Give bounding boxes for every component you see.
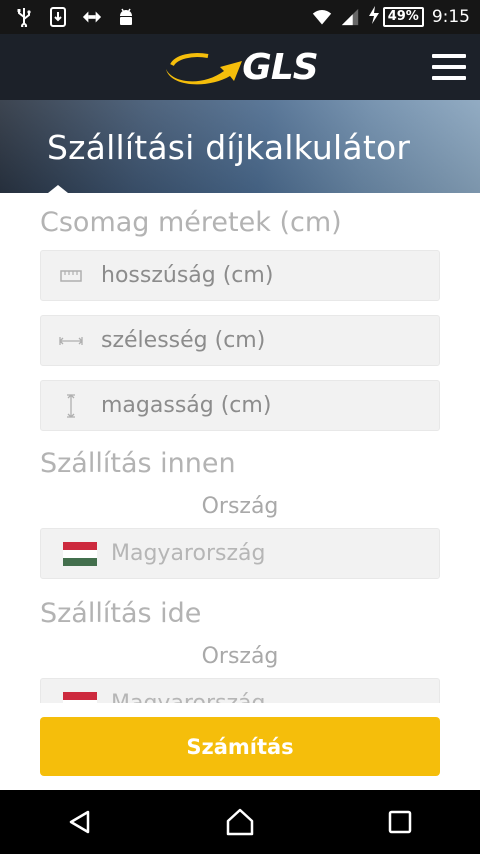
to-country-label: Ország: [201, 644, 279, 669]
download-icon: [48, 7, 68, 27]
from-country-label: Ország: [201, 494, 279, 519]
to-section-title: Szállítás ide: [40, 598, 202, 629]
page-banner: Szállítási díjkalkulátor: [0, 100, 480, 193]
signal-icon: [340, 7, 360, 27]
calculate-button[interactable]: Számítás: [40, 717, 440, 776]
charging-icon: [368, 6, 380, 28]
navigation-bar: [0, 790, 480, 854]
battery-indicator: 49%: [382, 7, 424, 27]
android-icon: [116, 7, 136, 27]
package-section-title: Csomag méretek (cm): [40, 207, 342, 238]
from-country-select[interactable]: Magyarország: [40, 528, 440, 579]
page-title: Szállítási díjkalkulátor: [47, 128, 411, 167]
gls-logo[interactable]: GLS: [162, 46, 319, 88]
app-header: GLS: [0, 34, 480, 100]
from-country-value: Magyarország: [111, 541, 266, 566]
width-arrows-icon: [41, 336, 101, 346]
to-country-select[interactable]: Magyarország: [40, 678, 440, 703]
clock: 9:15: [431, 7, 470, 27]
calculator-form[interactable]: Csomag méretek (cm) hosszúság (cm) széle…: [0, 193, 480, 703]
back-icon[interactable]: [50, 797, 110, 847]
usb-icon: [14, 7, 34, 27]
hungary-flag-icon: [63, 541, 97, 566]
height-arrows-icon: [41, 393, 101, 418]
width-placeholder: szélesség (cm): [101, 328, 266, 353]
from-section-title: Szállítás innen: [40, 448, 236, 479]
logo-swoosh-icon: [166, 53, 243, 85]
banner-notch: [48, 185, 68, 193]
ruler-icon: [41, 269, 101, 282]
width-field[interactable]: szélesség (cm): [40, 315, 440, 366]
hungary-flag-icon: [63, 691, 97, 703]
length-placeholder: hosszúság (cm): [101, 263, 274, 288]
length-field[interactable]: hosszúság (cm): [40, 250, 440, 301]
home-icon[interactable]: [210, 797, 270, 847]
calculate-button-label: Számítás: [186, 734, 294, 759]
height-placeholder: magasság (cm): [101, 393, 272, 418]
height-field[interactable]: magasság (cm): [40, 380, 440, 431]
hamburger-icon[interactable]: [432, 54, 466, 80]
wifi-icon: [312, 7, 332, 27]
to-country-value: Magyarország: [111, 691, 265, 703]
data-sync-icon: [82, 7, 102, 27]
logo-text: GLS: [242, 46, 318, 88]
status-bar: 49% 9:15: [0, 0, 480, 34]
recents-icon[interactable]: [370, 797, 430, 847]
